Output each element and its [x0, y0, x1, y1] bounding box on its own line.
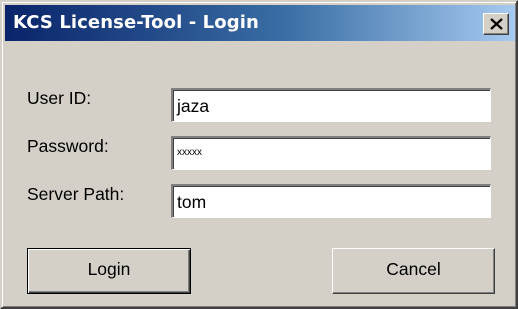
close-button[interactable]: [483, 13, 509, 35]
close-icon: [490, 18, 503, 30]
password-label: Password:: [27, 136, 109, 156]
server-path-input[interactable]: tom: [171, 184, 491, 218]
cancel-button[interactable]: Cancel: [332, 248, 495, 294]
login-dialog: KCS License-Tool - Login User ID: jaza P…: [0, 0, 518, 309]
user-id-input[interactable]: jaza: [171, 88, 491, 122]
server-path-label: Server Path:: [27, 184, 125, 204]
title-bar[interactable]: KCS License-Tool - Login: [5, 5, 515, 41]
user-id-label: User ID:: [27, 88, 92, 108]
password-input[interactable]: xxxxx: [171, 136, 491, 170]
window-title: KCS License-Tool - Login: [13, 12, 259, 33]
login-button[interactable]: Login: [27, 248, 191, 294]
